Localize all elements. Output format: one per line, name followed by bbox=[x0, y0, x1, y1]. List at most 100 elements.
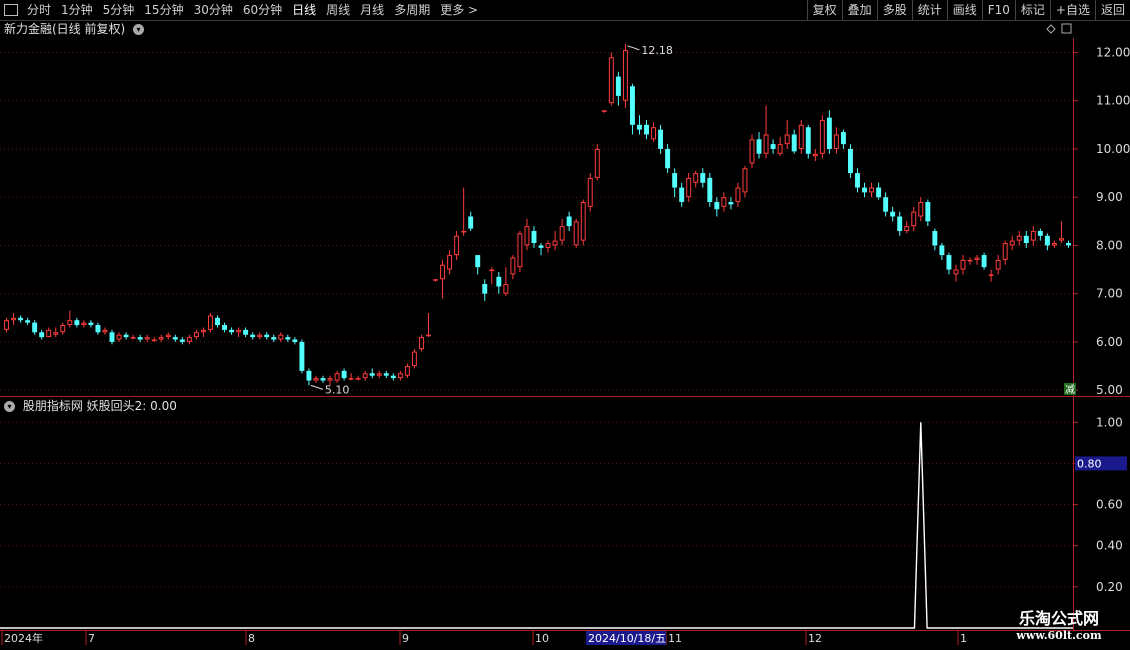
x-tick-label: 2024年 bbox=[4, 631, 43, 645]
candle-body bbox=[67, 320, 73, 326]
candle-body bbox=[531, 230, 537, 244]
candle-body bbox=[601, 110, 607, 112]
candle-body bbox=[517, 233, 523, 268]
period-tab-3[interactable]: 15分钟 bbox=[139, 0, 188, 20]
period-tab-5[interactable]: 60分钟 bbox=[238, 0, 287, 20]
candle-body bbox=[151, 339, 157, 342]
cursor-date-box bbox=[586, 631, 666, 645]
candle-body bbox=[545, 243, 551, 248]
candle-body bbox=[1044, 235, 1050, 246]
y-tick-label: 5.00 bbox=[1096, 383, 1123, 397]
indicator-title-text: 股朋指标网 妖股回头2: 0.00 bbox=[22, 399, 177, 413]
x-tick-label: 10 bbox=[535, 632, 549, 645]
candle-body bbox=[229, 329, 235, 333]
candle-body bbox=[165, 334, 171, 338]
candle-body bbox=[39, 332, 45, 338]
candle-body bbox=[236, 329, 242, 333]
candle-body bbox=[4, 320, 9, 330]
candle-body bbox=[833, 134, 839, 149]
period-tab-4[interactable]: 30分钟 bbox=[189, 0, 238, 20]
high-label: 12.18 bbox=[641, 44, 673, 57]
candle-body bbox=[1016, 235, 1022, 241]
toolbar-button-1[interactable]: 叠加 bbox=[841, 0, 877, 20]
candle-body bbox=[573, 221, 579, 246]
y-tick-label: 6.00 bbox=[1096, 335, 1123, 349]
candle-body bbox=[334, 373, 340, 381]
low-label: 5.10 bbox=[325, 383, 350, 396]
candle-body bbox=[454, 235, 460, 256]
candle-body bbox=[812, 153, 818, 157]
period-tab-8[interactable]: 月线 bbox=[355, 0, 389, 20]
candle-body bbox=[503, 284, 509, 294]
period-tab-1[interactable]: 1分钟 bbox=[56, 0, 98, 20]
candle-body bbox=[489, 269, 495, 272]
toolbar-button-3[interactable]: 统计 bbox=[911, 0, 947, 20]
chevron-down-icon[interactable]: ▾ bbox=[133, 24, 145, 35]
candle-body bbox=[306, 370, 312, 381]
toolbar-button-7[interactable]: +自选 bbox=[1049, 0, 1095, 20]
candle-body bbox=[461, 230, 467, 233]
period-toolbar: 分时 1分钟 5分钟 15分钟 30分钟 60分钟 日线 周线 月线 多周期 更多 > 复权 叠加 多股… bbox=[0, 0, 1130, 21]
candle-body bbox=[1023, 235, 1029, 244]
toolbar-button-8[interactable]: 返回 bbox=[1094, 0, 1130, 20]
period-tab-2[interactable]: 5分钟 bbox=[98, 0, 140, 20]
chevron-down-icon[interactable]: ▾ bbox=[4, 401, 15, 412]
candle-body bbox=[411, 351, 417, 367]
high-pointer bbox=[627, 45, 640, 51]
toolbar-button-0[interactable]: 复权 bbox=[806, 0, 842, 20]
candle-body bbox=[285, 337, 291, 340]
candle-body bbox=[946, 255, 952, 270]
candle-body bbox=[904, 226, 910, 231]
candle-body bbox=[960, 259, 966, 270]
toolbar-button-6[interactable]: 标记 bbox=[1014, 0, 1050, 20]
candle-body bbox=[819, 120, 825, 154]
cursor-value-label: 0.80 bbox=[1077, 457, 1102, 470]
candle-body bbox=[193, 332, 199, 338]
candle-body bbox=[700, 173, 706, 183]
candle-body bbox=[552, 240, 558, 246]
period-tab-9[interactable]: 多周期 bbox=[389, 0, 435, 20]
candle-body bbox=[587, 177, 593, 207]
window-icon bbox=[1061, 23, 1072, 34]
menu-icon[interactable] bbox=[4, 4, 18, 16]
toolbar-button-2[interactable]: 多股 bbox=[876, 0, 912, 20]
candle-body bbox=[855, 173, 860, 188]
candle-body bbox=[728, 202, 734, 205]
period-tab-10[interactable]: 更多 > bbox=[435, 0, 483, 20]
candle-body bbox=[271, 337, 277, 340]
candle-body bbox=[215, 317, 220, 326]
candle-body bbox=[805, 127, 811, 154]
candle-body bbox=[186, 337, 192, 342]
candle-body bbox=[644, 124, 649, 135]
candle-body bbox=[735, 187, 741, 203]
period-tab-7[interactable]: 周线 bbox=[321, 0, 355, 20]
candle-body bbox=[911, 211, 917, 227]
toolbar-button-4[interactable]: 画线 bbox=[946, 0, 982, 20]
period-tab-6[interactable]: 日线 bbox=[287, 0, 321, 20]
cursor-value-box bbox=[1075, 456, 1127, 471]
candle-body bbox=[172, 337, 178, 340]
candle-body bbox=[742, 168, 748, 193]
candle-body bbox=[32, 322, 38, 333]
x-tick-label: 12 bbox=[808, 632, 822, 645]
candle-body bbox=[862, 187, 867, 193]
indicator-tick-label: 0.20 bbox=[1096, 580, 1123, 594]
candle-body bbox=[383, 373, 389, 376]
toolbar-button-5[interactable]: F10 bbox=[981, 0, 1015, 20]
candle-body bbox=[777, 144, 783, 154]
candle-body bbox=[447, 255, 453, 270]
x-tick-label: 7 bbox=[88, 632, 95, 645]
candle-body bbox=[995, 259, 1001, 270]
candle-body bbox=[60, 325, 66, 333]
candle-body bbox=[137, 337, 143, 340]
period-tab-0[interactable]: 分时 bbox=[22, 0, 56, 20]
candle-body bbox=[869, 187, 875, 193]
candle-body bbox=[622, 50, 628, 101]
candle-body bbox=[756, 139, 762, 154]
candle-body bbox=[433, 279, 438, 281]
candle-body bbox=[714, 202, 720, 210]
watermark: 乐淘公式网 www.60lt.com bbox=[994, 605, 1124, 642]
candle-body bbox=[763, 134, 769, 154]
watermark-url: www.60lt.com bbox=[1016, 629, 1102, 642]
candle-body bbox=[418, 337, 424, 350]
